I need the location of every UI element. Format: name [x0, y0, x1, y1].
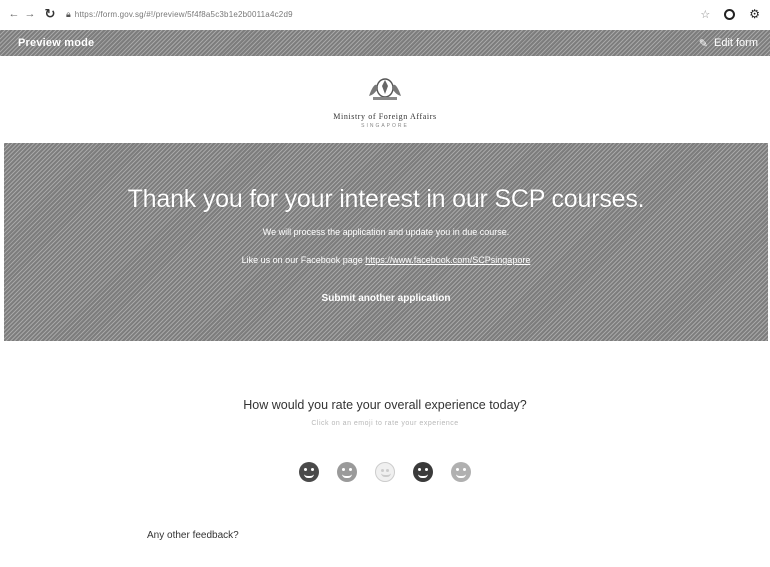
rating-question: How would you rate your overall experien…	[243, 398, 527, 412]
star-icon[interactable]: ☆	[700, 8, 710, 21]
browser-actions: ☆ ⚙	[700, 7, 760, 21]
facebook-prefix: Like us on our Facebook page	[241, 255, 366, 265]
agency-name: Ministry of Foreign Affairs	[333, 112, 437, 121]
rating-subtitle: Click on an emoji to rate your experienc…	[311, 420, 459, 427]
lock-icon: 🔒︎	[66, 8, 71, 19]
emoji-rating-3-icon[interactable]	[375, 462, 395, 482]
feedback-label: Any other feedback?	[147, 530, 239, 541]
submit-another-button[interactable]: Submit another application	[322, 293, 451, 304]
reload-icon[interactable]: ↻	[42, 6, 58, 22]
edit-form-button[interactable]: ✎ Edit form	[699, 37, 758, 50]
thank-you-message: We will process the application and upda…	[262, 227, 510, 237]
pencil-icon: ✎	[698, 37, 708, 50]
emoji-rating-4-icon[interactable]	[413, 462, 433, 482]
edit-form-label: Edit form	[713, 37, 758, 49]
preview-bar: Preview mode ✎ Edit form	[0, 30, 770, 56]
facebook-message: Like us on our Facebook page https://www…	[4, 255, 768, 265]
address-bar[interactable]: https://form.gov.sg/#!/preview/5f4f8a5c3…	[75, 10, 293, 19]
agency-logo: Ministry of Foreign Affairs SINGAPORE	[0, 74, 770, 129]
facebook-link[interactable]: https://www.facebook.com/SCPsingapore	[365, 255, 530, 265]
agency-subtitle: SINGAPORE	[361, 123, 409, 129]
emoji-rating-2-icon[interactable]	[337, 462, 357, 482]
emoji-rating-1-icon[interactable]	[299, 462, 319, 482]
emoji-rating-5-icon[interactable]	[451, 462, 471, 482]
rating-emojis	[0, 462, 770, 482]
forward-arrow-icon[interactable]: →	[22, 8, 38, 20]
extension-icon[interactable]: ⚙	[749, 7, 760, 21]
thank-you-banner: Thank you for your interest in our SCP c…	[4, 143, 768, 341]
browser-toolbar: ← → ↻ 🔒︎ https://form.gov.sg/#!/preview/…	[0, 0, 770, 28]
crest-icon	[369, 78, 401, 100]
browser-logo-icon[interactable]	[724, 8, 736, 20]
thank-you-title: Thank you for your interest in our SCP c…	[127, 185, 645, 213]
preview-mode-label: Preview mode	[18, 37, 95, 49]
back-arrow-icon[interactable]: ←	[6, 8, 22, 20]
submit-another-wrapper: Submit another application	[4, 293, 768, 304]
